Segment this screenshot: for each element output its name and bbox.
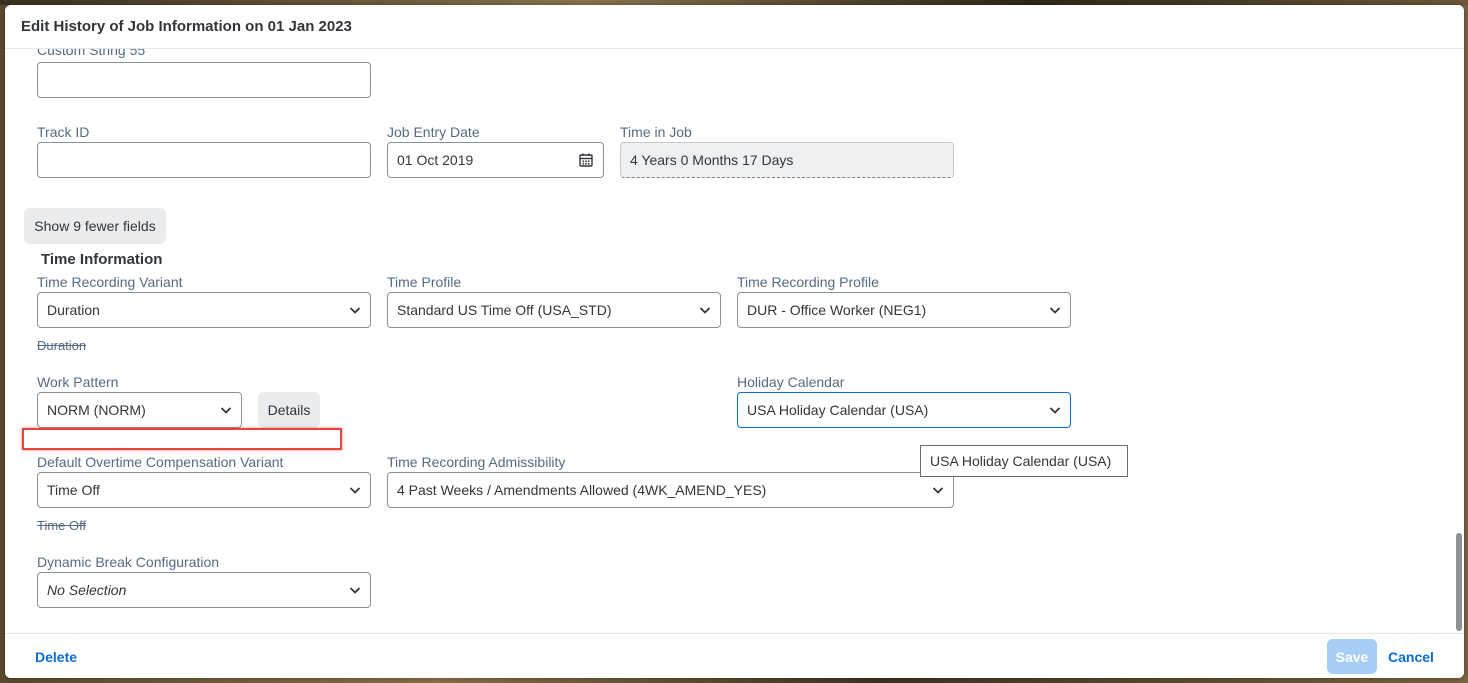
edit-history-dialog: Edit History of Job Information on 01 Ja… <box>5 5 1464 678</box>
content-scrollbar[interactable] <box>1456 533 1462 631</box>
work-pattern-label: Work Pattern <box>37 374 119 390</box>
job-entry-date-label: Job Entry Date <box>387 124 480 140</box>
work-pattern-details-button[interactable]: Details <box>258 392 320 428</box>
save-button[interactable]: Save <box>1327 639 1377 674</box>
time-profile-select[interactable]: Standard US Time Off (USA_STD) <box>387 292 721 328</box>
time-recording-variant-previous: Duration <box>37 338 87 353</box>
chevron-down-icon <box>220 404 232 416</box>
time-recording-variant-select[interactable]: Duration <box>37 292 371 328</box>
chevron-down-icon <box>932 484 944 496</box>
time-in-job-field: 4 Years 0 Months 17 Days <box>620 142 954 178</box>
chevron-down-icon <box>349 584 361 596</box>
dialog-header: Edit History of Job Information on 01 Ja… <box>5 5 1464 49</box>
highlight-annotation <box>22 428 342 450</box>
job-entry-date-input[interactable]: 01 Oct 2019 <box>387 142 604 178</box>
time-recording-profile-label: Time Recording Profile <box>737 274 879 290</box>
holiday-calendar-tooltip: USA Holiday Calendar (USA) <box>920 445 1128 477</box>
calendar-icon[interactable] <box>578 152 594 168</box>
default-overtime-select[interactable]: Time Off <box>37 472 371 508</box>
chevron-down-icon <box>349 304 361 316</box>
chevron-down-icon <box>1049 304 1061 316</box>
work-pattern-select[interactable]: NORM (NORM) <box>37 392 242 428</box>
time-recording-variant-label: Time Recording Variant <box>37 274 183 290</box>
dynamic-break-label: Dynamic Break Configuration <box>37 554 220 570</box>
track-id-input[interactable] <box>37 142 371 178</box>
chevron-down-icon <box>349 484 361 496</box>
time-information-title: Time Information <box>41 251 163 268</box>
time-recording-admissibility-label: Time Recording Admissibility <box>387 454 566 470</box>
cancel-button[interactable]: Cancel <box>1388 649 1434 665</box>
dialog-footer: Delete Save Cancel <box>5 633 1464 678</box>
time-recording-admissibility-select[interactable]: 4 Past Weeks / Amendments Allowed (4WK_A… <box>387 472 954 508</box>
holiday-calendar-label: Holiday Calendar <box>737 374 845 390</box>
dynamic-break-select[interactable]: No Selection <box>37 572 371 608</box>
custom-string-label: Custom String 55 <box>37 49 146 58</box>
holiday-calendar-select[interactable]: USA Holiday Calendar (USA) <box>737 392 1071 428</box>
delete-button[interactable]: Delete <box>35 649 77 665</box>
chevron-down-icon <box>699 304 711 316</box>
default-overtime-label: Default Overtime Compensation Variant <box>37 454 284 470</box>
track-id-label: Track ID <box>37 124 90 140</box>
dialog-content[interactable]: Custom String 55 Track ID Job Entry Date… <box>5 49 1464 633</box>
time-profile-label: Time Profile <box>387 274 462 290</box>
time-recording-profile-select[interactable]: DUR - Office Worker (NEG1) <box>737 292 1071 328</box>
time-in-job-label: Time in Job <box>620 124 692 140</box>
default-overtime-previous: Time Off <box>37 518 87 533</box>
chevron-down-icon <box>1049 404 1061 416</box>
custom-string-input[interactable] <box>37 62 371 98</box>
show-fewer-fields-button[interactable]: Show 9 fewer fields <box>24 208 166 244</box>
dialog-title: Edit History of Job Information on 01 Ja… <box>21 18 352 35</box>
